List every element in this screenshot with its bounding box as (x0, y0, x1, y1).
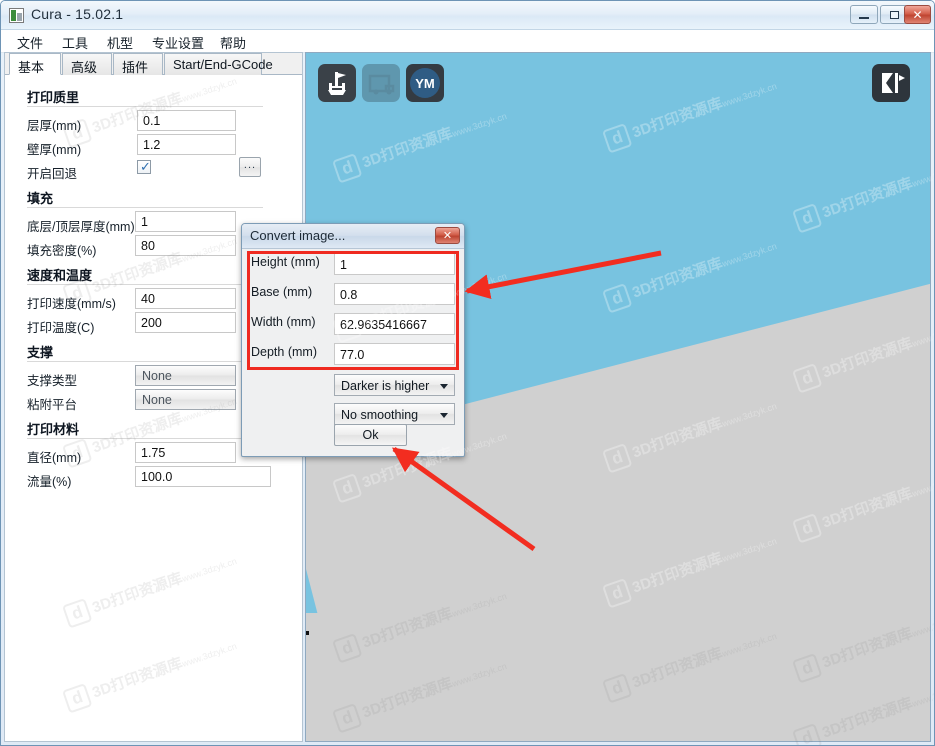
section-rule (27, 284, 263, 285)
input-print-speed[interactable]: 40 (135, 288, 236, 309)
window-title: Cura - 15.02.1 (31, 6, 124, 22)
chevron-down-icon (440, 384, 448, 389)
menu-item-tools[interactable]: 工具 (56, 32, 94, 53)
tab-plugins[interactable]: 插件 (113, 53, 163, 75)
section-title-print-quality: 打印质里 (27, 90, 80, 105)
label-bottom-top-thickness: 底层/顶层厚度(mm) (27, 220, 135, 234)
input-width[interactable]: 62.9635416667 (334, 313, 455, 335)
section-title-fill: 填充 (27, 191, 54, 206)
input-print-temperature[interactable]: 200 (135, 312, 236, 333)
label-support-type: 支撑类型 (27, 374, 78, 388)
settings-tabstrip: 基本 高级 插件 Start/End-GCode (5, 53, 302, 75)
minimize-button[interactable] (850, 5, 878, 24)
input-fill-density[interactable]: 80 (135, 235, 236, 256)
tab-basic[interactable]: 基本 (9, 53, 61, 75)
retraction-options-button[interactable]: ... (239, 157, 261, 177)
input-depth[interactable]: 77.0 (334, 343, 455, 365)
label-shell-thickness: 壁厚(mm) (27, 143, 82, 157)
app-icon (9, 8, 24, 23)
floor-plane-bottom (306, 613, 930, 741)
close-button[interactable]: ✕ (904, 5, 931, 24)
convert-image-dialog: Convert image... ✕ Height (mm) 1 Base (m… (241, 223, 465, 457)
label-enable-retraction: 开启回退 (27, 167, 78, 181)
height-mapping-value: Darker is higher (341, 379, 430, 393)
input-layer-height[interactable]: 0.1 (137, 110, 236, 131)
minimize-icon (851, 6, 877, 23)
section-title-speed-temp: 速度和温度 (27, 268, 93, 283)
input-diameter[interactable]: 1.75 (135, 442, 236, 463)
close-icon: ✕ (912, 7, 923, 22)
input-bottom-top-thickness[interactable]: 1 (135, 211, 236, 232)
check-icon: ✓ (140, 159, 151, 174)
menu-item-machine[interactable]: 机型 (101, 32, 139, 53)
input-height[interactable]: 1 (334, 253, 455, 275)
section-title-filament: 打印材料 (27, 422, 80, 437)
section-rule (27, 207, 263, 208)
dialog-close-button[interactable]: ✕ (435, 227, 460, 244)
menu-bar: 文件 工具 机型 专业设置 帮助 (1, 30, 934, 53)
section-rule (27, 361, 263, 362)
origin-marker (306, 631, 309, 635)
label-base: Base (mm) (251, 285, 313, 299)
label-depth: Depth (mm) (251, 345, 317, 359)
combo-platform-adhesion[interactable]: None (135, 389, 236, 410)
ok-button[interactable]: Ok (334, 424, 407, 446)
input-shell-thickness[interactable]: 1.2 (137, 134, 236, 155)
section-title-support: 支撑 (27, 345, 54, 360)
expert-settings-button[interactable] (872, 64, 910, 102)
youmagine-label: YM (410, 68, 440, 98)
label-layer-height: 层厚(mm) (27, 119, 82, 133)
save-toolpath-button[interactable] (362, 64, 400, 102)
input-flow[interactable]: 100.0 (135, 466, 271, 487)
menu-item-expert[interactable]: 专业设置 (146, 32, 210, 53)
load-model-icon (328, 72, 346, 95)
height-mapping-select[interactable]: Darker is higher (334, 374, 455, 396)
combo-support-type[interactable]: None (135, 365, 236, 386)
save-toolpath-icon (368, 74, 395, 95)
label-platform-adhesion: 粘附平台 (27, 398, 78, 412)
dialog-title: Convert image... (250, 228, 346, 243)
label-diameter: 直径(mm) (27, 451, 82, 465)
label-flow: 流量(%) (27, 475, 72, 489)
dialog-title-bar: Convert image... ✕ (242, 224, 464, 249)
checkbox-enable-retraction[interactable]: ✓ (137, 160, 151, 174)
tab-advanced[interactable]: 高级 (62, 53, 112, 75)
share-youmagine-button[interactable]: YM (406, 64, 444, 102)
application-window: Cura - 15.02.1 ✕ 文件 工具 机型 专业设置 帮助 基本 高级 … (0, 0, 935, 746)
input-base[interactable]: 0.8 (334, 283, 455, 305)
section-rule (27, 438, 263, 439)
expert-settings-icon (882, 73, 905, 93)
menu-item-help[interactable]: 帮助 (214, 32, 252, 53)
label-width: Width (mm) (251, 315, 316, 329)
menu-item-file[interactable]: 文件 (11, 32, 49, 53)
label-fill-density: 填充密度(%) (27, 244, 97, 258)
chevron-down-icon (440, 413, 448, 418)
section-rule (27, 106, 263, 107)
title-bar: Cura - 15.02.1 ✕ (1, 1, 934, 30)
smoothing-select[interactable]: No smoothing (334, 403, 455, 425)
close-icon: ✕ (442, 230, 453, 242)
load-model-button[interactable] (318, 64, 356, 102)
smoothing-value: No smoothing (341, 408, 419, 422)
tab-start-end-gcode[interactable]: Start/End-GCode (164, 53, 273, 75)
label-print-temperature: 打印温度(C) (27, 321, 95, 335)
label-print-speed: 打印速度(mm/s) (27, 297, 116, 311)
label-height: Height (mm) (251, 255, 320, 269)
